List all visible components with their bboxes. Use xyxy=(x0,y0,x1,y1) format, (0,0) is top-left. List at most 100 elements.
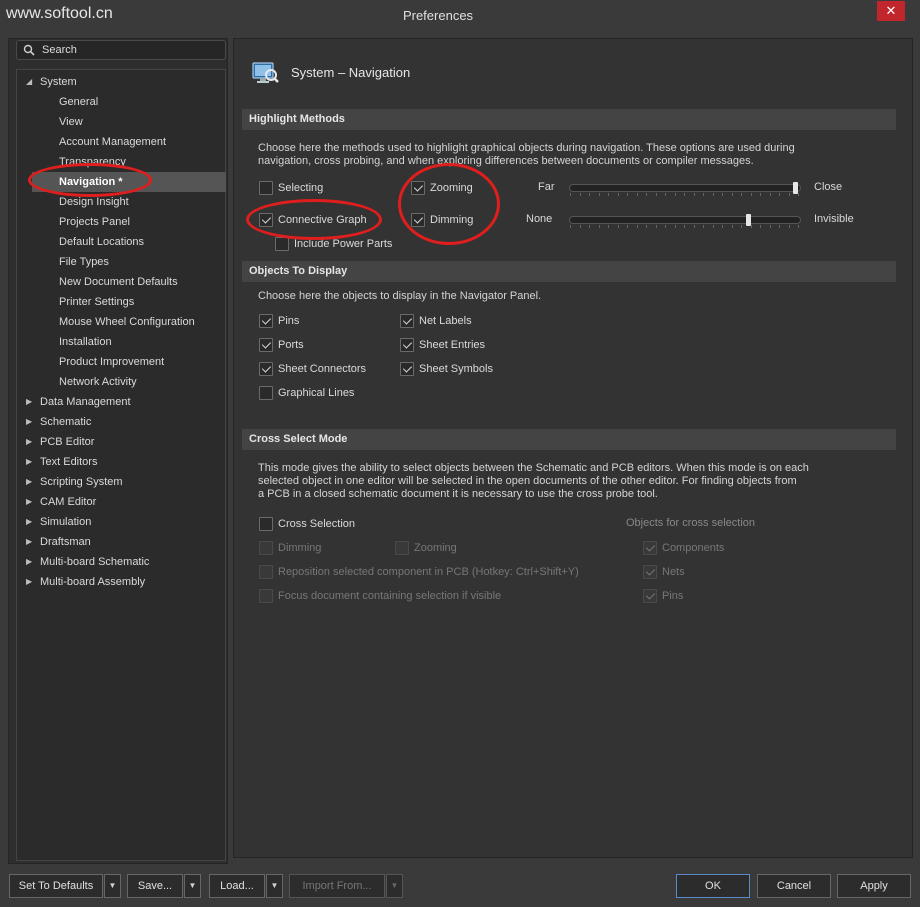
tree-item-mouse-wheel-configuration[interactable]: Mouse Wheel Configuration xyxy=(59,312,195,332)
close-button[interactable]: ✕ xyxy=(877,1,905,21)
tree-item-design-insight[interactable]: Design Insight xyxy=(59,192,129,212)
set-to-defaults-dropdown[interactable]: ▼ xyxy=(104,874,121,898)
tree-item-navigation[interactable]: Navigation * xyxy=(32,172,226,192)
tree-item-schematic[interactable]: Schematic xyxy=(40,412,91,432)
load-button[interactable]: Load... xyxy=(209,874,265,898)
slider-tick xyxy=(580,225,581,228)
graphical-lines-checkbox[interactable]: Graphical Lines xyxy=(259,386,354,402)
tree-item-file-types[interactable]: File Types xyxy=(59,252,109,272)
cross-zooming-checkbox[interactable]: Zooming xyxy=(395,541,457,557)
ports-checkbox[interactable]: Ports xyxy=(259,338,304,354)
apply-button[interactable]: Apply xyxy=(837,874,911,898)
collapsed-arrow-icon[interactable]: ▶ xyxy=(26,432,32,452)
collapsed-arrow-icon[interactable]: ▶ xyxy=(26,532,32,552)
dim-slider[interactable] xyxy=(569,214,801,228)
cross-description-line-3: a PCB in a closed schematic document it … xyxy=(258,488,658,500)
ok-button[interactable]: OK xyxy=(676,874,750,898)
tree-item-scripting-system[interactable]: Scripting System xyxy=(40,472,123,492)
cancel-button[interactable]: Cancel xyxy=(757,874,831,898)
slider-tick xyxy=(646,193,647,196)
collapsed-arrow-icon[interactable]: ▶ xyxy=(26,572,32,592)
nets-checkbox[interactable]: Nets xyxy=(643,565,685,581)
set-to-defaults-button[interactable]: Set To Defaults xyxy=(9,874,103,898)
tree-item-multi-board-assembly[interactable]: Multi-board Assembly xyxy=(40,572,145,592)
tree-item-view[interactable]: View xyxy=(59,112,83,132)
sheet-entries-checkbox[interactable]: Sheet Entries xyxy=(400,338,485,354)
zooming-checkbox[interactable]: Zooming xyxy=(411,181,473,197)
import-from-button[interactable]: Import From... xyxy=(289,874,385,898)
tree-item-default-locations[interactable]: Default Locations xyxy=(59,232,144,252)
collapsed-arrow-icon[interactable]: ▶ xyxy=(26,392,32,412)
slider-tick xyxy=(770,193,771,196)
tree-item-product-improvement[interactable]: Product Improvement xyxy=(59,352,164,372)
collapsed-arrow-icon[interactable]: ▶ xyxy=(26,472,32,492)
cross-objects-heading: Objects for cross selection xyxy=(626,517,755,529)
highlight-description-line-2: navigation, cross probing, and when expl… xyxy=(258,155,754,167)
cross-dimming-checkbox[interactable]: Dimming xyxy=(259,541,321,557)
focus-document-label: Focus document containing selection if v… xyxy=(278,590,502,602)
slider-tick xyxy=(703,193,704,196)
sheet-connectors-checkbox[interactable]: Sheet Connectors xyxy=(259,362,366,378)
cross-pins-checkbox[interactable]: Pins xyxy=(643,589,683,605)
selecting-checkbox[interactable]: Selecting xyxy=(259,181,323,197)
save-button[interactable]: Save... xyxy=(127,874,183,898)
tree-item-projects-panel[interactable]: Projects Panel xyxy=(59,212,130,232)
tree-item-text-editors[interactable]: Text Editors xyxy=(40,452,97,472)
tree-item-system[interactable]: System xyxy=(40,72,77,92)
tree-item-multi-board-schematic[interactable]: Multi-board Schematic xyxy=(40,552,149,572)
tree-item-new-document-defaults[interactable]: New Document Defaults xyxy=(59,272,178,292)
cross-dimming-label: Dimming xyxy=(278,542,322,554)
components-checkbox[interactable]: Components xyxy=(643,541,724,557)
tree-item-printer-settings[interactable]: Printer Settings xyxy=(59,292,134,312)
net-labels-checkbox[interactable]: Net Labels xyxy=(400,314,472,330)
connective-graph-checkbox[interactable]: Connective Graph xyxy=(259,213,367,229)
tree-item-general[interactable]: General xyxy=(59,92,98,112)
slider-tick xyxy=(684,225,685,228)
slider-tick xyxy=(732,225,733,228)
collapsed-arrow-icon[interactable]: ▶ xyxy=(26,452,32,472)
search-input[interactable]: Search xyxy=(16,40,226,60)
tree-item-account-management[interactable]: Account Management xyxy=(59,132,166,152)
dimming-checkbox[interactable]: Dimming xyxy=(411,213,473,229)
checkbox-box xyxy=(395,541,409,556)
collapsed-arrow-icon[interactable]: ▶ xyxy=(26,412,32,432)
reposition-checkbox[interactable]: Reposition selected component in PCB (Ho… xyxy=(259,565,579,581)
net-labels-label: Net Labels xyxy=(419,315,472,327)
tree-item-network-activity[interactable]: Network Activity xyxy=(59,372,137,392)
tree-item-transparency[interactable]: Transparency xyxy=(59,152,126,172)
slider-tick xyxy=(798,225,799,228)
tree-item-pcb-editor[interactable]: PCB Editor xyxy=(40,432,94,452)
focus-document-checkbox[interactable]: Focus document containing selection if v… xyxy=(259,589,501,605)
pins-label: Pins xyxy=(278,315,300,327)
collapsed-arrow-icon[interactable]: ▶ xyxy=(26,512,32,532)
zoom-slider[interactable] xyxy=(569,182,801,196)
checkbox-box xyxy=(259,589,273,604)
sheet-symbols-checkbox[interactable]: Sheet Symbols xyxy=(400,362,493,378)
slider-tick xyxy=(779,193,780,196)
collapsed-arrow-icon[interactable]: ▶ xyxy=(26,552,32,572)
tree-item-simulation[interactable]: Simulation xyxy=(40,512,91,532)
slider-tick xyxy=(570,225,571,228)
tree-item-data-management[interactable]: Data Management xyxy=(40,392,131,412)
tree-item-draftsman[interactable]: Draftsman xyxy=(40,532,91,552)
slider-tick xyxy=(570,193,571,196)
slider-tick xyxy=(627,225,628,228)
pins-checkbox[interactable]: Pins xyxy=(259,314,299,330)
include-power-parts-checkbox[interactable]: Include Power Parts xyxy=(275,237,392,253)
connective-graph-label: Connective Graph xyxy=(278,214,367,226)
expanded-arrow-icon[interactable]: ◢ xyxy=(26,72,32,92)
tree-item-cam-editor[interactable]: CAM Editor xyxy=(40,492,96,512)
slider-tick xyxy=(703,225,704,228)
slider-tick xyxy=(798,193,799,196)
slider-tick xyxy=(646,225,647,228)
dimming-label: Dimming xyxy=(430,214,474,226)
load-dropdown[interactable]: ▼ xyxy=(266,874,283,898)
zoom-slider-max-label: Close xyxy=(814,181,843,193)
navigation-page-icon xyxy=(252,62,279,83)
collapsed-arrow-icon[interactable]: ▶ xyxy=(26,492,32,512)
save-dropdown[interactable]: ▼ xyxy=(184,874,201,898)
import-from-dropdown[interactable]: ▼ xyxy=(386,874,403,898)
cross-selection-checkbox[interactable]: Cross Selection xyxy=(259,517,355,533)
tree-item-installation[interactable]: Installation xyxy=(59,332,112,352)
slider-tick xyxy=(760,193,761,196)
